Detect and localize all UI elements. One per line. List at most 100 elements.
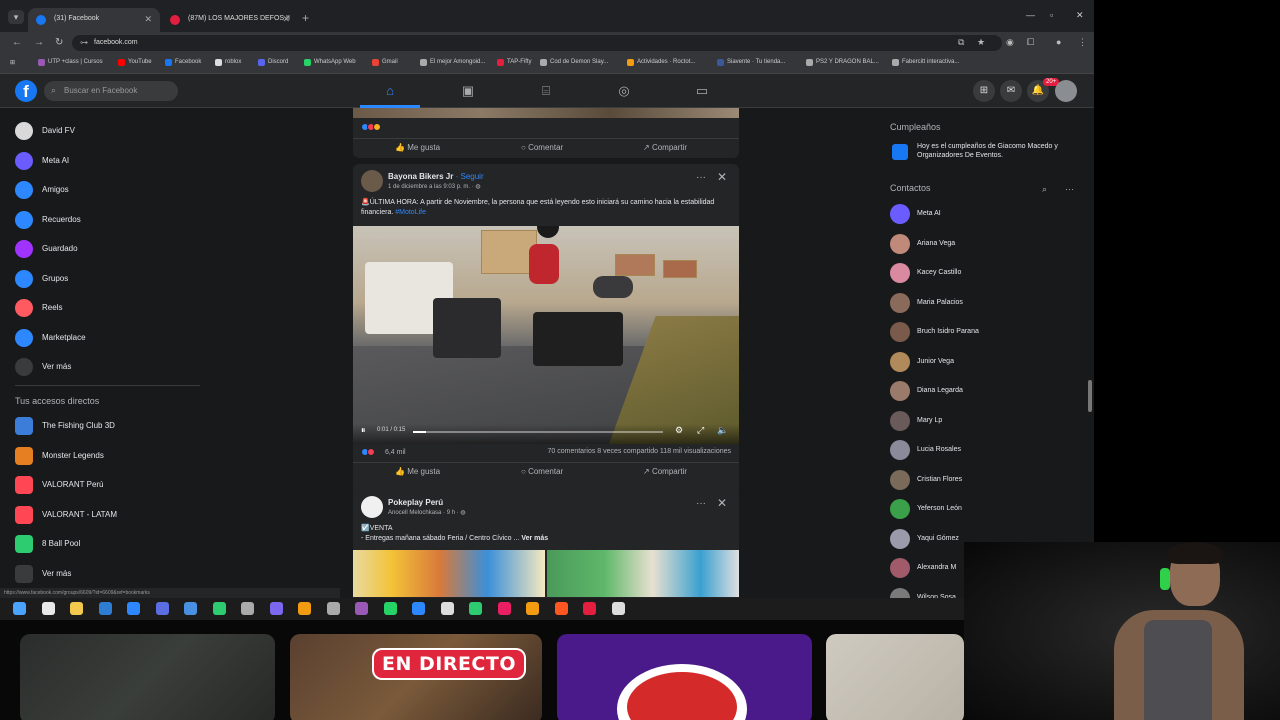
taskbar-app-icon[interactable] xyxy=(383,602,397,615)
facebook-search-input[interactable]: ⌕ Buscar en Facebook xyxy=(44,81,178,101)
home-icon[interactable]: ⌂ xyxy=(380,83,400,98)
video-progress-bar[interactable] xyxy=(413,431,663,433)
post-options-icon[interactable]: ··· xyxy=(696,498,706,509)
tab-facebook[interactable]: (31) Facebook ✕ xyxy=(28,8,160,32)
post-stats[interactable]: 70 comentarios 8 veces compartido 118 mi… xyxy=(547,448,731,455)
tab-youtube[interactable]: (87M) LOS MAJORES DEFOS II ✕ xyxy=(162,8,298,32)
taskbar-app-icon[interactable] xyxy=(127,602,140,615)
video-icon[interactable]: ▣ xyxy=(458,83,478,99)
taskbar-app-icon[interactable] xyxy=(497,602,511,615)
taskbar-app-icon[interactable] xyxy=(41,602,55,615)
video-settings-icon[interactable]: ⚙ xyxy=(675,425,683,436)
page-scrollbar[interactable] xyxy=(1087,108,1093,598)
taskbar-app-icon[interactable] xyxy=(269,602,283,615)
maximize-icon[interactable]: ▫ xyxy=(1050,10,1053,20)
bookmark-item[interactable]: Gmail xyxy=(372,59,398,66)
contact-item[interactable]: Meta AI xyxy=(890,202,1080,224)
bookmark-item[interactable]: PS2 Y DRAGON BAL... xyxy=(806,59,879,66)
new-tab-icon[interactable]: + xyxy=(302,11,309,25)
site-info-icon[interactable]: ⊶ xyxy=(80,38,88,47)
bookmark-item[interactable]: TAP-Fifty xyxy=(497,59,532,66)
post-author[interactable]: Bayona Bikers Jr · Seguir xyxy=(388,172,484,181)
bookmark-item[interactable]: Discord xyxy=(258,59,288,66)
bookmark-item[interactable]: Fabercitt interactiva... xyxy=(892,59,959,66)
reload-icon[interactable]: ↻ xyxy=(55,37,63,48)
close-tab-icon[interactable]: ✕ xyxy=(144,14,152,25)
like-button[interactable]: 👍 Me gusta xyxy=(395,143,440,152)
browser-menu-icon[interactable]: ⋮ xyxy=(1078,37,1087,48)
taskbar-app-icon[interactable] xyxy=(412,602,425,615)
contact-item[interactable]: Mary Lp xyxy=(890,409,1080,431)
product-image[interactable] xyxy=(353,550,545,597)
contact-item[interactable]: Bruch Isidro Parana xyxy=(890,320,1080,342)
contact-item[interactable]: Lucia Rosales xyxy=(890,438,1080,460)
contact-item[interactable]: Ariana Vega xyxy=(890,232,1080,254)
profile-icon[interactable]: ● xyxy=(1056,37,1061,47)
post-images[interactable] xyxy=(353,550,739,597)
share-button[interactable]: ↗ Compartir xyxy=(643,467,687,476)
hide-post-icon[interactable]: ✕ xyxy=(717,170,727,184)
taskbar-app-icon[interactable] xyxy=(298,602,311,615)
taskbar-app-icon[interactable] xyxy=(98,602,112,615)
contact-item[interactable]: Yeferson León xyxy=(890,497,1080,519)
marketplace-icon[interactable]: ⌸ xyxy=(536,83,556,99)
apps-grid-icon[interactable]: ⊞ xyxy=(10,59,15,66)
tab-search-icon[interactable]: ▾ xyxy=(8,10,24,24)
close-window-icon[interactable]: ✕ xyxy=(1076,10,1084,21)
gaming-icon[interactable]: ▭ xyxy=(692,83,712,99)
taskbar-app-icon[interactable] xyxy=(155,602,169,615)
contacts-options-icon[interactable]: ··· xyxy=(1065,184,1074,194)
share-button[interactable]: ↗ Compartir xyxy=(643,143,687,152)
bookmark-item[interactable]: Cod de Demon Slay... xyxy=(540,59,608,66)
windows-start-icon[interactable] xyxy=(13,602,26,615)
facebook-logo-icon[interactable]: f xyxy=(15,80,37,102)
bookmark-star-icon[interactable]: ★ xyxy=(977,37,985,48)
hide-post-icon[interactable]: ✕ xyxy=(717,496,727,510)
account-avatar[interactable] xyxy=(1055,80,1077,102)
pause-icon[interactable]: ⏸ xyxy=(361,425,366,436)
hashtag-link[interactable]: #MotoLife xyxy=(395,209,426,216)
search-contacts-icon[interactable]: ⌕ xyxy=(1042,184,1047,195)
fullscreen-icon[interactable]: ⤢ xyxy=(697,425,704,436)
extension-icon[interactable]: ◉ xyxy=(1006,37,1014,48)
groups-icon[interactable]: ◎ xyxy=(614,83,634,99)
bookmark-item[interactable]: Actividades · Roctot... xyxy=(627,59,695,66)
volume-icon[interactable]: 🔈 xyxy=(717,425,728,436)
page-avatar[interactable] xyxy=(361,170,383,192)
like-button[interactable]: 👍 Me gusta xyxy=(395,467,440,476)
bookmark-item[interactable]: roblox xyxy=(215,59,241,66)
taskbar-app-icon[interactable] xyxy=(440,602,454,615)
post-author[interactable]: Pokeplay Perú xyxy=(388,498,443,507)
contact-item[interactable]: Junior Vega xyxy=(890,350,1080,372)
taskbar-app-icon[interactable] xyxy=(526,602,539,615)
forward-icon[interactable]: → xyxy=(34,37,44,48)
bookmark-item[interactable]: WhatsApp Web xyxy=(304,59,356,66)
comment-button[interactable]: ○ Comentar xyxy=(521,143,563,152)
taskbar-app-icon[interactable] xyxy=(184,602,197,615)
minimize-icon[interactable]: — xyxy=(1026,10,1035,20)
bookmark-item[interactable]: YouTube xyxy=(118,59,152,66)
contact-item[interactable]: Kacey Castillo xyxy=(890,261,1080,283)
taskbar-app-icon[interactable] xyxy=(212,602,226,615)
bookmark-item[interactable]: UTP +class | Cursos xyxy=(38,59,103,66)
scrollbar-thumb[interactable] xyxy=(1088,380,1092,412)
post-video[interactable]: ⏸ 0:01 / 0:15 ⚙ ⤢ 🔈 xyxy=(353,226,739,444)
back-icon[interactable]: ← xyxy=(12,37,22,48)
taskbar-app-icon[interactable] xyxy=(326,602,340,615)
taskbar-app-icon[interactable] xyxy=(355,602,368,615)
extensions-puzzle-icon[interactable]: ⧠ xyxy=(1027,37,1034,48)
taskbar-app-icon[interactable] xyxy=(554,602,568,615)
bookmark-item[interactable]: El mejor Amongoid... xyxy=(420,59,485,66)
taskbar-app-icon[interactable] xyxy=(611,602,625,615)
follow-link[interactable]: · Seguir xyxy=(456,172,484,181)
menu-grid-icon[interactable]: ⊞ xyxy=(973,80,995,102)
contact-item[interactable]: Diana Legarda xyxy=(890,379,1080,401)
product-image[interactable] xyxy=(547,550,739,597)
install-icon[interactable]: ⧉ xyxy=(958,37,964,48)
see-more-link[interactable]: Ver más xyxy=(521,535,548,542)
bookmark-item[interactable]: Siavente · Tu tienda... xyxy=(717,59,785,66)
taskbar-app-icon[interactable] xyxy=(583,602,596,615)
post-options-icon[interactable]: ··· xyxy=(696,172,706,183)
contact-item[interactable]: Cristian Flores xyxy=(890,468,1080,490)
reaction-count[interactable]: 6,4 mil xyxy=(385,449,406,456)
